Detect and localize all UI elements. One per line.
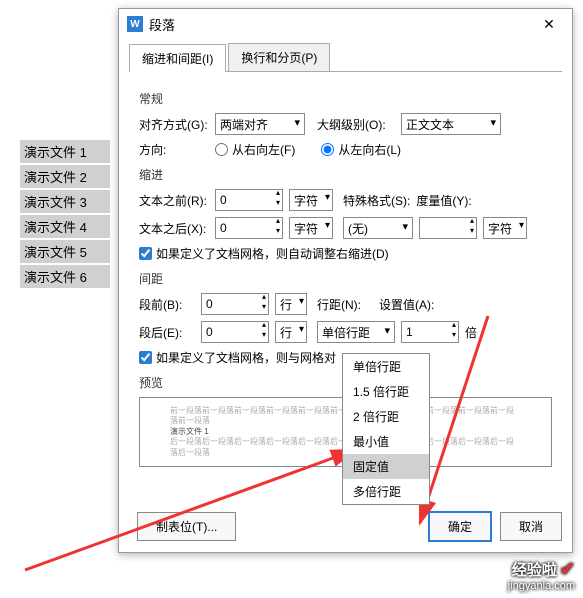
indent-after-label: 文本之后(X): bbox=[139, 220, 209, 237]
space-after-unit[interactable]: 行 bbox=[275, 321, 307, 343]
spacing-grid-checkbox[interactable]: 如果定义了文档网格，则与网格对 bbox=[139, 349, 336, 366]
ok-button[interactable]: 确定 bbox=[428, 511, 492, 542]
indent-after-unit[interactable]: 字符 bbox=[289, 217, 333, 239]
space-before-spinner[interactable] bbox=[201, 293, 269, 315]
dir-rtl-radio[interactable]: 从右向左(F) bbox=[215, 141, 295, 158]
special-format-label: 特殊格式(S): bbox=[343, 192, 410, 209]
tab-line-page-breaks[interactable]: 换行和分页(P) bbox=[228, 43, 330, 71]
app-icon: W bbox=[127, 16, 143, 32]
list-item[interactable]: 演示文件 6 bbox=[20, 265, 110, 288]
outline-label: 大纲级别(O): bbox=[317, 116, 395, 133]
outline-select[interactable]: 正文文本 bbox=[401, 113, 501, 135]
section-general: 常规 bbox=[139, 90, 552, 107]
align-label: 对齐方式(G): bbox=[139, 116, 209, 133]
space-after-spinner[interactable] bbox=[201, 321, 269, 343]
close-button[interactable]: ✕ bbox=[534, 10, 564, 38]
indent-before-spinner[interactable] bbox=[215, 189, 283, 211]
indent-grid-checkbox[interactable]: 如果定义了文档网格，则自动调整右缩进(D) bbox=[139, 245, 389, 262]
dropdown-option-fixed[interactable]: 固定值 bbox=[343, 454, 429, 479]
dir-ltr-radio[interactable]: 从左向右(L) bbox=[321, 141, 401, 158]
line-spacing-dropdown: 单倍行距 1.5 倍行距 2 倍行距 最小值 固定值 多倍行距 bbox=[342, 353, 430, 505]
list-item[interactable]: 演示文件 1 bbox=[20, 140, 110, 163]
titlebar: W 段落 ✕ bbox=[119, 9, 572, 39]
dropdown-option[interactable]: 2 倍行距 bbox=[343, 404, 429, 429]
metric-spinner[interactable] bbox=[419, 217, 477, 239]
line-spacing-select[interactable]: 单倍行距 bbox=[317, 321, 395, 343]
cancel-button[interactable]: 取消 bbox=[500, 512, 562, 541]
tabstops-button[interactable]: 制表位(T)... bbox=[137, 512, 236, 541]
special-format-select[interactable]: (无) bbox=[343, 217, 413, 239]
direction-label: 方向: bbox=[139, 141, 209, 158]
line-spacing-label: 行距(N): bbox=[317, 296, 373, 313]
dropdown-option[interactable]: 单倍行距 bbox=[343, 354, 429, 379]
list-item[interactable]: 演示文件 4 bbox=[20, 215, 110, 238]
space-before-label: 段前(B): bbox=[139, 296, 195, 313]
metric-label: 度量值(Y): bbox=[416, 192, 476, 209]
button-bar: 制表位(T)... 确定 取消 bbox=[129, 511, 562, 542]
set-value-spinner[interactable] bbox=[401, 321, 459, 343]
align-select[interactable]: 两端对齐 bbox=[215, 113, 305, 135]
metric-unit[interactable]: 字符 bbox=[483, 217, 527, 239]
list-item[interactable]: 演示文件 5 bbox=[20, 240, 110, 263]
file-list: 演示文件 1 演示文件 2 演示文件 3 演示文件 4 演示文件 5 演示文件 … bbox=[20, 140, 110, 290]
indent-after-spinner[interactable] bbox=[215, 217, 283, 239]
dropdown-option[interactable]: 多倍行距 bbox=[343, 479, 429, 504]
space-before-unit[interactable]: 行 bbox=[275, 293, 307, 315]
dropdown-option[interactable]: 最小值 bbox=[343, 429, 429, 454]
indent-before-unit[interactable]: 字符 bbox=[289, 189, 333, 211]
indent-before-label: 文本之前(R): bbox=[139, 192, 209, 209]
set-value-unit: 倍 bbox=[465, 324, 477, 341]
dropdown-option[interactable]: 1.5 倍行距 bbox=[343, 379, 429, 404]
section-indent: 缩进 bbox=[139, 166, 552, 183]
set-value-label: 设置值(A): bbox=[379, 296, 443, 313]
section-spacing: 间距 bbox=[139, 270, 552, 287]
space-after-label: 段后(E): bbox=[139, 324, 195, 341]
list-item[interactable]: 演示文件 2 bbox=[20, 165, 110, 188]
tab-bar: 缩进和间距(I) 换行和分页(P) bbox=[129, 43, 562, 72]
dialog-title: 段落 bbox=[149, 15, 534, 34]
tab-indent-spacing[interactable]: 缩进和间距(I) bbox=[129, 44, 226, 72]
watermark: 经验啦 ✔ jingyanla.com bbox=[508, 560, 575, 592]
list-item[interactable]: 演示文件 3 bbox=[20, 190, 110, 213]
